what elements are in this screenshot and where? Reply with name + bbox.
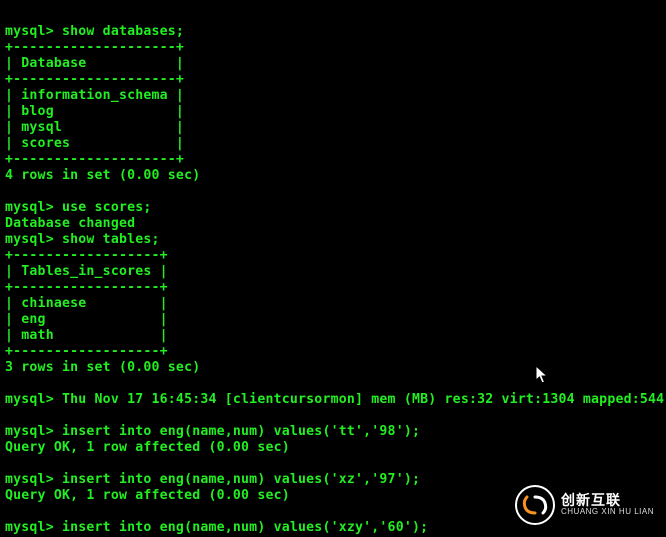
command-line: mysql> use scores;	[5, 200, 152, 215]
terminal-output[interactable]: mysql> show databases; +----------------…	[0, 0, 666, 537]
table-row: | mysql |	[5, 120, 184, 135]
result-line: Query OK, 1 row affected (0.00 sec)	[5, 488, 290, 503]
result-line: 4 rows in set (0.00 sec)	[5, 168, 200, 183]
command-line: mysql> show databases;	[5, 24, 184, 39]
command-line: mysql> insert into eng(name,num) values(…	[5, 472, 420, 487]
table-border: +--------------------+	[5, 152, 184, 167]
table-row: | scores |	[5, 136, 184, 151]
table-row: | math |	[5, 328, 168, 343]
table-row: | chinaese |	[5, 296, 168, 311]
table-border: +--------------------+	[5, 72, 184, 87]
table-border: +------------------+	[5, 280, 168, 295]
logo-icon	[515, 485, 555, 525]
result-line: Query OK, 1 row affected (0.00 sec)	[5, 440, 290, 455]
command-line: mysql> insert into eng(name,num) values(…	[5, 520, 428, 535]
table-row: | blog |	[5, 104, 184, 119]
table-header: | Tables_in_scores |	[5, 264, 168, 279]
table-header: | Database |	[5, 56, 184, 71]
table-row: | information_schema |	[5, 88, 184, 103]
table-row: | eng |	[5, 312, 168, 327]
command-line: mysql> insert into eng(name,num) values(…	[5, 424, 420, 439]
command-line: mysql> show tables;	[5, 232, 160, 247]
command-line: mysql> Thu Nov 17 16:45:34 [clientcursor…	[5, 392, 664, 407]
watermark-logo: 创新互联 CHUANG XIN HU LIAN	[515, 485, 654, 525]
table-border: +--------------------+	[5, 40, 184, 55]
logo-text-en: CHUANG XIN HU LIAN	[561, 508, 654, 517]
status-line: Database changed	[5, 216, 135, 231]
table-border: +------------------+	[5, 248, 168, 263]
table-border: +------------------+	[5, 344, 168, 359]
result-line: 3 rows in set (0.00 sec)	[5, 360, 200, 375]
logo-text-cn: 创新互联	[561, 493, 654, 508]
